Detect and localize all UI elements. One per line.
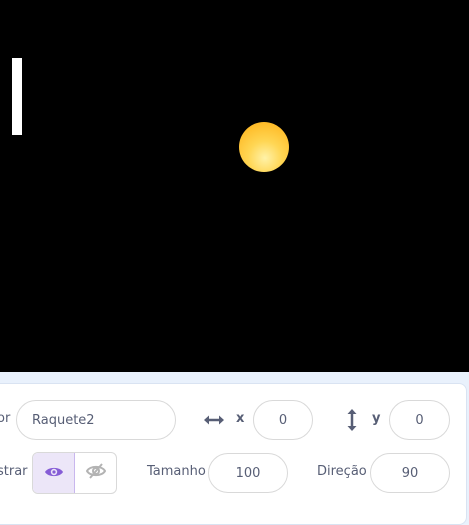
paddle-sprite[interactable] bbox=[12, 58, 22, 135]
x-position-input[interactable]: 0 bbox=[253, 400, 313, 440]
eye-slash-icon bbox=[85, 462, 106, 484]
sprite-name-input[interactable]: Raquete2 bbox=[16, 400, 176, 440]
horizontal-arrows-icon bbox=[203, 411, 225, 433]
show-label: strar bbox=[0, 464, 28, 479]
direction-label: Direção bbox=[317, 464, 367, 479]
y-position-input[interactable]: 0 bbox=[389, 400, 450, 440]
y-label: y bbox=[372, 411, 381, 426]
stage[interactable] bbox=[0, 0, 469, 372]
sprite-name-label: or bbox=[0, 411, 11, 426]
vertical-arrows-icon bbox=[343, 408, 361, 436]
size-input[interactable]: 100 bbox=[208, 453, 288, 493]
eye-icon bbox=[44, 464, 64, 483]
show-hidden-button[interactable] bbox=[75, 453, 116, 493]
show-toggle-group bbox=[32, 452, 117, 494]
show-visible-button[interactable] bbox=[33, 453, 75, 493]
size-label: Tamanho bbox=[147, 464, 206, 479]
direction-input[interactable]: 90 bbox=[370, 453, 450, 493]
ball-sprite[interactable] bbox=[239, 122, 289, 172]
x-label: x bbox=[236, 411, 245, 426]
